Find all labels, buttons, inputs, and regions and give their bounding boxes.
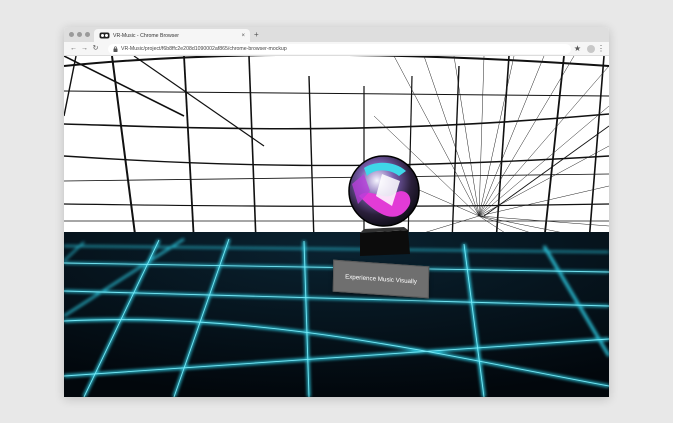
bookmark-star-icon[interactable]: ★	[574, 44, 581, 54]
browser-window: VR-Music - Chrome Browser × + ← → ↻ VR-M…	[64, 27, 609, 397]
vr-headset-icon	[99, 32, 110, 39]
profile-avatar[interactable]	[587, 45, 595, 53]
pedestal	[360, 230, 410, 256]
address-bar[interactable]: VR-Music/project/f6b8ffc2e208d1090002af8…	[108, 44, 571, 54]
back-button[interactable]: ←	[68, 45, 79, 52]
tab-title: VR-Music - Chrome Browser	[113, 32, 180, 39]
browser-toolbar: ← → ↻ VR-Music/project/f6b8ffc2e208d1090…	[64, 42, 609, 56]
wall	[64, 56, 609, 242]
url-text: VR-Music/project/f6b8ffc2e208d1090002af8…	[121, 46, 287, 52]
minimize-window-button[interactable]	[77, 32, 82, 37]
caption-text: Experience Music Visually	[345, 272, 417, 286]
menu-icon[interactable]: ⋮	[597, 43, 605, 55]
floor	[64, 232, 609, 397]
tab-close-icon[interactable]: ×	[241, 33, 245, 39]
maximize-window-button[interactable]	[85, 32, 90, 37]
window-controls	[69, 32, 90, 37]
new-tab-button[interactable]: +	[254, 29, 259, 40]
browser-tab[interactable]: VR-Music - Chrome Browser ×	[94, 29, 250, 42]
lock-icon	[113, 46, 118, 52]
music-sphere[interactable]	[348, 155, 420, 227]
forward-button[interactable]: →	[79, 45, 90, 52]
close-window-button[interactable]	[69, 32, 74, 37]
vr-scene-canvas	[64, 56, 609, 397]
reload-button[interactable]: ↻	[90, 45, 101, 52]
vr-scene[interactable]: Experience Music Visually	[64, 56, 609, 397]
caption-placard: Experience Music Visually	[332, 259, 430, 299]
title-bar: VR-Music - Chrome Browser × +	[64, 27, 609, 42]
